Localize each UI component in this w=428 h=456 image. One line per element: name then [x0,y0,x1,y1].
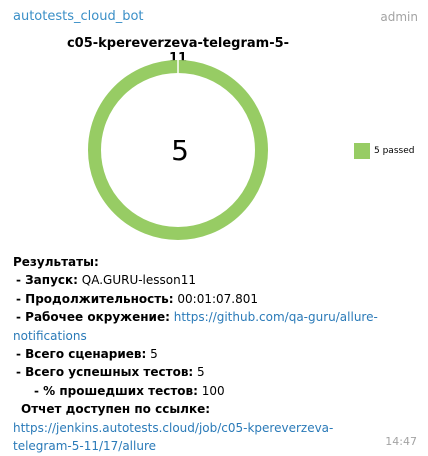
donut-center-label: 5 [171,134,189,167]
total-label: - Всего сценариев: [16,347,147,362]
env-label: - Рабочее окружение: [16,310,170,325]
report-link-continued[interactable]: telegram-5-11/17/allure [13,439,156,453]
total-value: 5 [146,347,158,362]
message-body: Результаты: - Запуск: QA.GURU-lesson11 -… [13,253,413,455]
total-row: - Всего сценариев: 5 [13,345,413,363]
env-row: - Рабочее окружение: https://github.com/… [13,308,413,326]
percent-value: 100 [197,383,225,398]
chart-legend: 5 passed [354,143,414,159]
chat-message: autotests_cloud_bot admin c05-kpereverze… [0,0,428,456]
report-label: Отчет доступен по ссылке: [21,402,211,417]
percent-label: - % прошедших тестов: [34,383,198,398]
launch-label: - Запуск: [16,273,78,288]
env-link-continued-row: notifications [13,327,413,345]
results-heading: Результаты: [13,255,99,269]
launch-row: - Запуск: QA.GURU-lesson11 [13,271,413,289]
passed-label: - Всего успешных тестов: [16,365,194,380]
duration-row: - Продолжительность: 00:01:07.801 [13,290,413,308]
report-link-row: https://jenkins.autotests.cloud/job/c05-… [13,419,413,437]
env-link[interactable]: https://github.com/qa-guru/allure- [174,310,378,324]
report-link-continued-row: telegram-5-11/17/allure [13,437,413,455]
donut-chart: 5 [88,59,268,240]
duration-value: 00:01:07.801 [173,291,259,306]
message-timestamp: 14:47 [385,435,417,448]
env-link-continued[interactable]: notifications [13,329,87,343]
passed-row: - Всего успешных тестов: 5 [13,363,413,381]
legend-label-passed: 5 passed [374,146,415,156]
launch-value: QA.GURU-lesson11 [77,273,196,288]
percent-row: - % прошедших тестов: 100 [13,382,413,400]
passed-value: 5 [193,365,205,380]
duration-label: - Продолжительность: [16,291,174,306]
report-link[interactable]: https://jenkins.autotests.cloud/job/c05-… [13,421,333,435]
legend-swatch-passed [354,143,370,159]
